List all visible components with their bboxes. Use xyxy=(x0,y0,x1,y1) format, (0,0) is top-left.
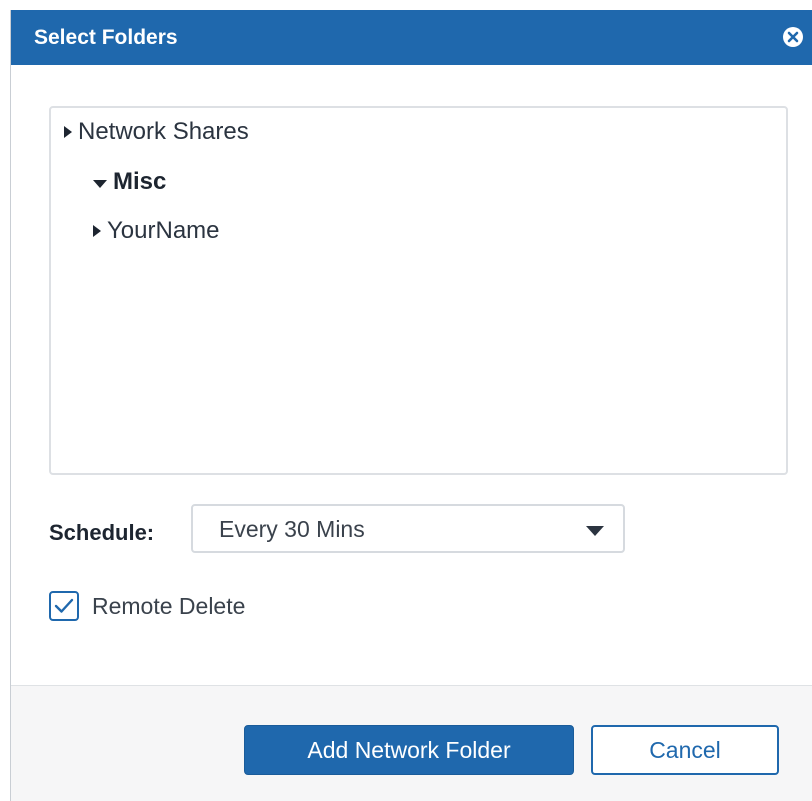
schedule-select[interactable]: Every 30 Mins xyxy=(191,504,625,553)
checkmark-icon xyxy=(54,598,74,613)
chevron-down-icon[interactable] xyxy=(585,524,605,542)
remote-delete-row[interactable]: Remote Delete xyxy=(49,591,245,621)
remote-delete-checkbox[interactable] xyxy=(49,591,79,621)
tree-item-label: Misc xyxy=(113,168,167,195)
select-folders-dialog: Select Folders Network Shares Misc YourN… xyxy=(10,10,812,801)
dialog-footer: Add Network Folder Cancel xyxy=(11,685,812,801)
tree-item-yourname[interactable]: YourName xyxy=(92,217,220,245)
dialog-title: Select Folders xyxy=(34,26,178,49)
caret-down-icon[interactable] xyxy=(92,168,108,196)
tree-item-misc[interactable]: Misc xyxy=(92,168,166,196)
tree-item-label: Network Shares xyxy=(78,118,249,145)
close-icon[interactable] xyxy=(782,26,804,48)
folder-tree[interactable]: Network Shares Misc YourName xyxy=(49,106,788,475)
schedule-selected-value: Every 30 Mins xyxy=(219,516,365,542)
dialog-titlebar: Select Folders xyxy=(11,10,812,65)
caret-right-icon[interactable] xyxy=(63,118,73,146)
schedule-label: Schedule: xyxy=(49,520,155,545)
tree-item-label: YourName xyxy=(107,217,220,244)
remote-delete-label: Remote Delete xyxy=(92,592,246,619)
add-network-folder-button[interactable]: Add Network Folder xyxy=(244,725,574,775)
tree-item-network-shares[interactable]: Network Shares xyxy=(63,118,249,146)
caret-right-icon[interactable] xyxy=(92,217,102,245)
cancel-button[interactable]: Cancel xyxy=(591,725,779,775)
